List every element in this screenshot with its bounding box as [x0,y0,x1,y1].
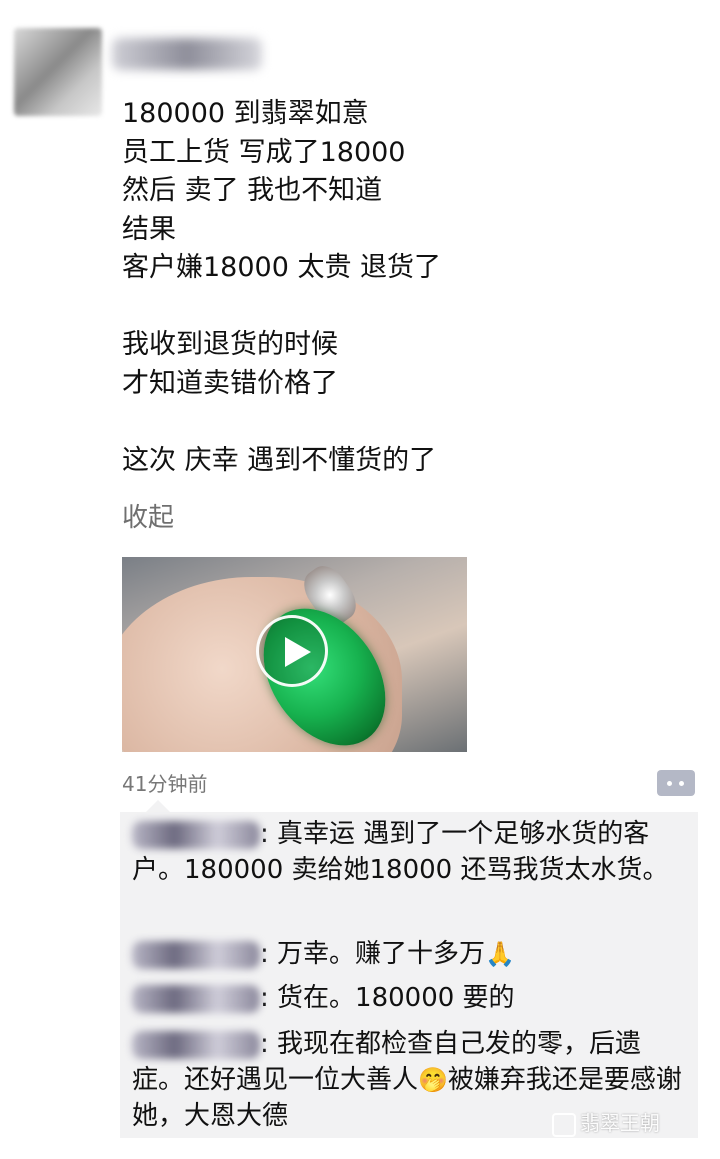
commenter-name-blurred[interactable] [132,820,260,849]
comment-icon[interactable] [657,770,695,796]
praying-hands-emoji: 🙏 [485,940,515,968]
avatar[interactable] [14,28,102,116]
commenter-name-blurred[interactable] [132,984,260,1013]
play-icon[interactable] [256,615,328,687]
watermark-logo-icon [552,1112,576,1137]
collapse-link[interactable]: 收起 [122,497,174,534]
post-timestamp: 41分钟前 [122,772,208,796]
watermark-text: 翡翠王朝 [580,1111,660,1135]
commenter-name-blurred[interactable] [132,1030,260,1059]
comment-separator: : [260,983,269,1013]
comment-text: 货在。180000 要的 [268,983,515,1013]
post-text: 180000 到翡翠如意 员工上货 写成了18000 然后 卖了 我也不知道 结… [122,98,442,476]
hand-over-mouth-emoji: 🤭 [418,1066,448,1094]
comment-item[interactable]: : 万幸。赚了十多万🙏 [132,936,692,972]
comment-separator: : [260,819,269,849]
comment-text: 万幸。赚了十多万 [268,939,486,969]
comment-separator: : [260,939,269,969]
username-blurred[interactable] [112,38,262,70]
commenter-name-blurred[interactable] [132,940,260,969]
video-thumbnail[interactable] [122,557,467,752]
comments-panel: : 真幸运 遇到了一个足够水货的客户。180000 卖给她18000 还骂我货太… [120,800,698,1138]
comment-item[interactable]: : 货在。180000 要的 [132,980,692,1016]
watermark: 翡翠王朝 [552,1107,660,1137]
comment-item[interactable]: : 真幸运 遇到了一个足够水货的客户。180000 卖给她18000 还骂我货太… [132,816,692,888]
comment-separator: : [260,1029,269,1059]
